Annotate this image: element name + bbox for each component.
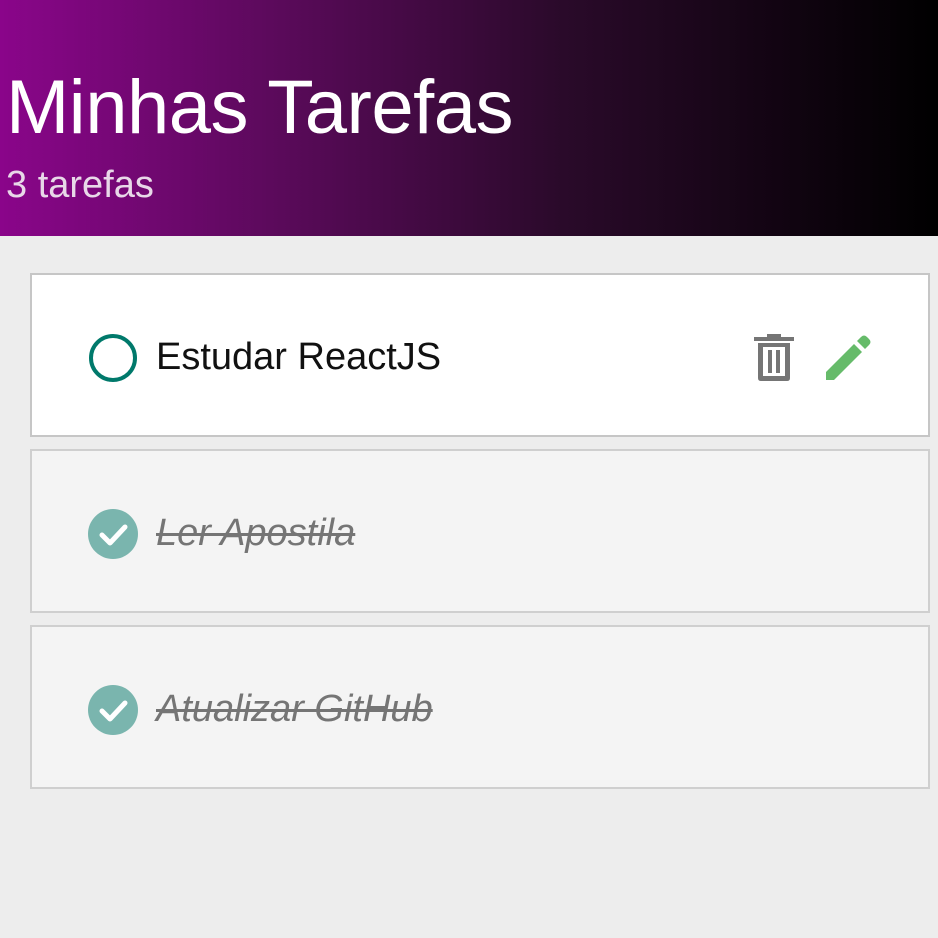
app-header: Minhas Tarefas 3 tarefas bbox=[0, 0, 938, 236]
delete-button[interactable] bbox=[750, 332, 798, 384]
circle-outline-icon[interactable] bbox=[88, 333, 138, 383]
task-actions bbox=[750, 331, 872, 385]
task-label: Atualizar GitHub bbox=[156, 688, 433, 730]
task-count: 3 tarefas bbox=[6, 164, 154, 206]
task-list: Estudar ReactJS Ler Apostila Atualizar G… bbox=[30, 273, 930, 801]
trash-icon bbox=[754, 334, 794, 381]
edit-button[interactable] bbox=[824, 332, 872, 384]
task-label: Ler Apostila bbox=[156, 512, 356, 554]
task-item[interactable]: Ler Apostila bbox=[30, 449, 930, 613]
task-item[interactable]: Estudar ReactJS bbox=[30, 273, 930, 437]
task-label: Estudar ReactJS bbox=[156, 336, 442, 378]
check-circle-icon[interactable] bbox=[88, 509, 138, 559]
check-circle-icon[interactable] bbox=[88, 685, 138, 735]
pencil-icon bbox=[826, 335, 871, 380]
task-item[interactable]: Atualizar GitHub bbox=[30, 625, 930, 789]
page-title: Minhas Tarefas bbox=[6, 65, 513, 150]
